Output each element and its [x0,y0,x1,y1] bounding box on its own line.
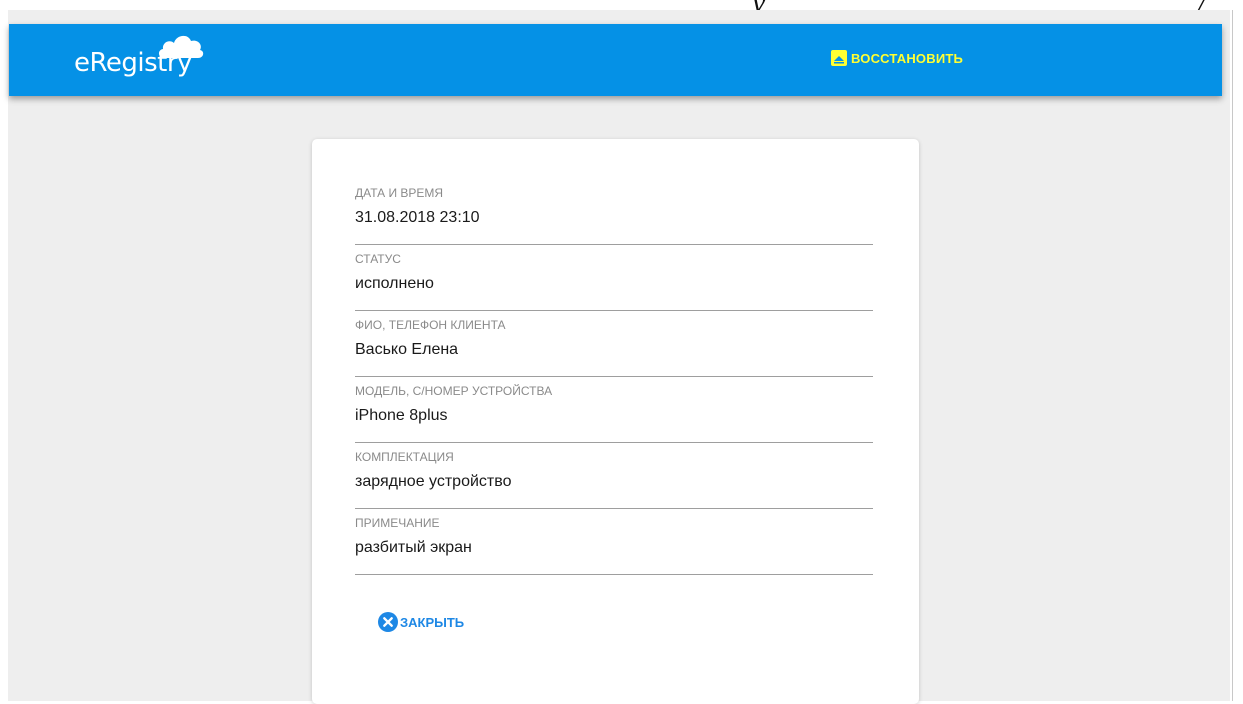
close-circle-icon [378,612,398,632]
field-date-time: ДАТА И ВРЕМЯ 31.08.2018 23:10 [355,186,873,245]
restore-button-label: ВОССТАНОВИТЬ [851,50,964,66]
field-note: ПРИМЕЧАНИЕ разбитый экран [355,516,873,575]
field-label: КОМПЛЕКТАЦИЯ [355,450,454,464]
logo-text: eRegistry [74,48,192,78]
app-header: eRegistry ВОССТАНОВИТЬ [9,24,1222,96]
field-device: МОДЕЛЬ, С/НОМЕР УСТРОЙСТВА iPhone 8plus [355,384,873,443]
field-value: 31.08.2018 23:10 [355,209,480,226]
upload-box-icon [831,50,847,66]
field-value: зарядное устройство [355,473,512,490]
close-button-label: ЗАКРЫТЬ [400,614,465,630]
field-value: iPhone 8plus [355,407,448,424]
field-label: МОДЕЛЬ, С/НОМЕР УСТРОЙСТВА [355,384,553,398]
field-equipment: КОМПЛЕКТАЦИЯ зарядное устройство [355,450,873,509]
restore-button[interactable]: ВОССТАНОВИТЬ [831,48,963,68]
field-value: исполнено [355,275,434,292]
field-client: ФИО, ТЕЛЕФОН КЛИЕНТА Васько Елена [355,318,873,377]
field-label: ФИО, ТЕЛЕФОН КЛИЕНТА [355,318,506,332]
field-value: Васько Елена [355,341,459,358]
field-value: разбитый экран [355,539,472,556]
field-label: СТАТУС [355,252,401,266]
logo[interactable]: eRegistry [74,34,234,86]
field-label: ПРИМЕЧАНИЕ [355,516,440,530]
right-edge [1230,10,1243,701]
field-label: ДАТА И ВРЕМЯ [355,186,444,200]
close-button[interactable]: ЗАКРЫТЬ [378,612,464,632]
record-card: ДАТА И ВРЕМЯ 31.08.2018 23:10 СТАТУС исп… [312,139,919,704]
field-status: СТАТУС исполнено [355,252,873,311]
